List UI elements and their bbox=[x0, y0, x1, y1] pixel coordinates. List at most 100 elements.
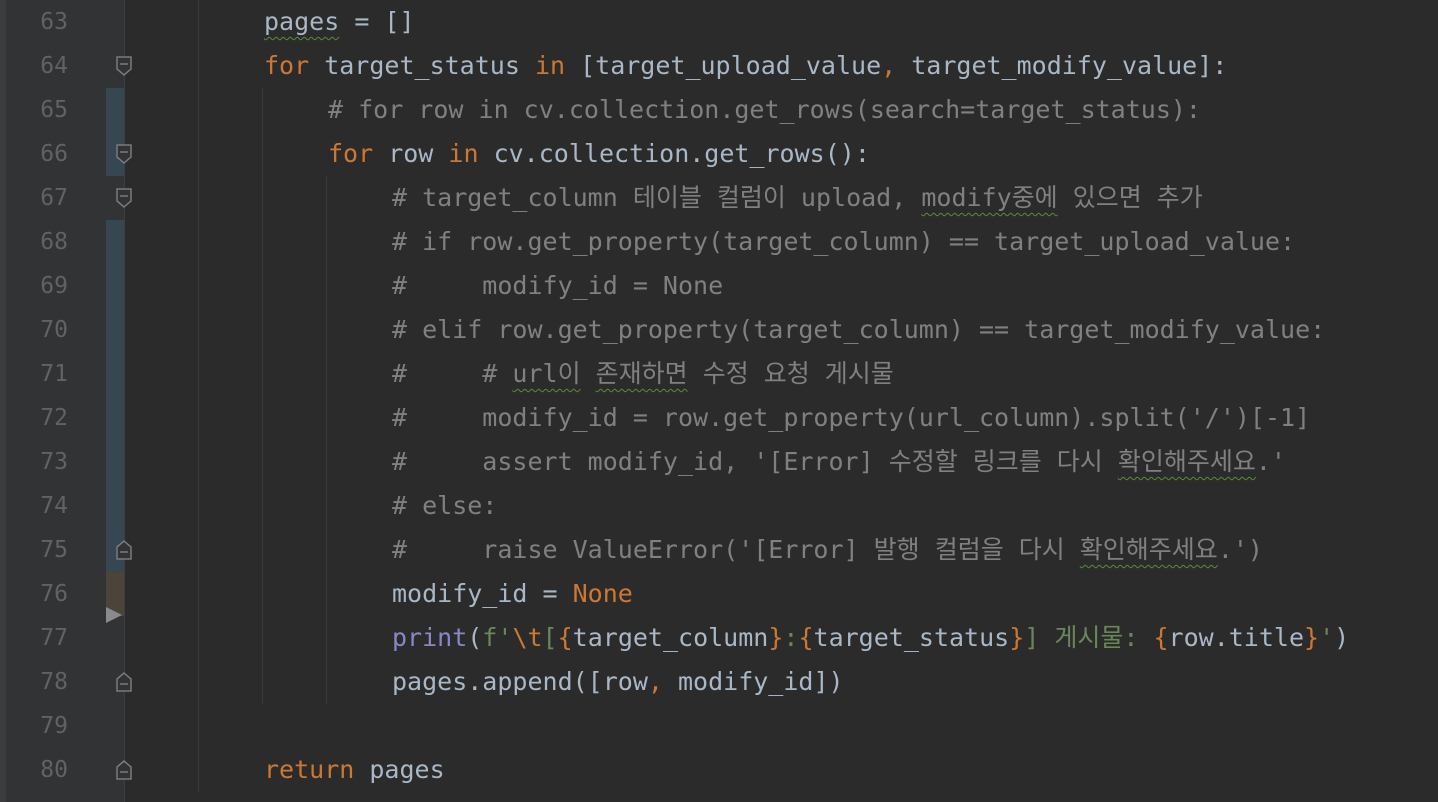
code-line[interactable]: # if row.get_property(target_column) == … bbox=[392, 220, 1295, 264]
code-token: 확인해주세요 bbox=[1079, 535, 1218, 564]
code-line[interactable]: # for row in cv.collection.get_rows(sear… bbox=[328, 88, 1201, 132]
code-token: modify_id = bbox=[392, 579, 573, 608]
code-line[interactable]: pages = [] bbox=[264, 0, 415, 44]
code-line[interactable]: # # url이 존재하면 수정 요청 게시물 bbox=[392, 352, 894, 396]
line-number[interactable]: 65 bbox=[8, 88, 68, 132]
play-arrow-icon[interactable] bbox=[106, 607, 122, 623]
code-token: in bbox=[448, 139, 479, 168]
indent-guide bbox=[262, 88, 263, 704]
fold-close-icon[interactable] bbox=[115, 539, 133, 561]
code-token: modify중에 bbox=[921, 183, 1058, 212]
line-number[interactable]: 66 bbox=[8, 132, 68, 176]
code-token: target_status bbox=[309, 51, 535, 80]
line-number[interactable]: 78 bbox=[8, 660, 68, 704]
code-token: # target_column 테이블 컬럼이 upload, bbox=[392, 183, 922, 212]
code-token: , bbox=[881, 51, 897, 80]
code-token: [target_upload_value bbox=[565, 51, 882, 80]
code-token: [ bbox=[542, 623, 558, 652]
code-token: # for row in cv.collection.get_rows(sear… bbox=[328, 95, 1201, 124]
line-number[interactable]: 64 bbox=[8, 44, 68, 88]
code-line[interactable]: return pages bbox=[264, 748, 445, 792]
code-line[interactable]: # modify_id = row.get_property(url_colum… bbox=[392, 396, 1310, 440]
code-line[interactable]: # raise ValueError('[Error] 발행 컬럼을 다시 확인… bbox=[392, 528, 1263, 572]
code-token: { bbox=[798, 623, 814, 652]
code-line[interactable]: pages.append([row, modify_id]) bbox=[392, 660, 844, 704]
code-token: \t bbox=[512, 623, 543, 652]
line-number[interactable]: 74 bbox=[8, 484, 68, 528]
change-marker-modified[interactable] bbox=[106, 220, 124, 572]
code-token: pages bbox=[264, 7, 340, 36]
code-token: # if row.get_property(target_column) == … bbox=[392, 227, 1296, 256]
line-number[interactable]: 80 bbox=[8, 748, 68, 792]
code-token: modify_id]) bbox=[662, 667, 844, 696]
code-token: print bbox=[392, 623, 468, 652]
line-number[interactable]: 68 bbox=[8, 220, 68, 264]
code-token: { bbox=[557, 623, 573, 652]
code-token: # assert modify_id, '[Error] 수정할 링크를 다시 bbox=[392, 447, 1118, 476]
line-number[interactable]: 75 bbox=[8, 528, 68, 572]
code-token: } bbox=[768, 623, 784, 652]
fold-open-icon[interactable] bbox=[115, 187, 133, 209]
code-token: for bbox=[264, 51, 310, 80]
code-token: row.title bbox=[1168, 623, 1305, 652]
code-token: f' bbox=[482, 623, 513, 652]
code-token: in bbox=[534, 51, 566, 80]
line-number[interactable]: 70 bbox=[8, 308, 68, 352]
code-token: # # bbox=[392, 359, 513, 388]
code-line[interactable]: for row in cv.collection.get_rows(): bbox=[328, 132, 870, 176]
code-token: ( bbox=[467, 623, 483, 652]
line-number[interactable]: 73 bbox=[8, 440, 68, 484]
code-line[interactable]: # modify_id = None bbox=[392, 264, 723, 308]
code-token: .') bbox=[1217, 535, 1263, 564]
line-number[interactable]: 67 bbox=[8, 176, 68, 220]
code-token: 있으면 추가 bbox=[1057, 183, 1203, 212]
code-line[interactable]: # target_column 테이블 컬럼이 upload, modify중에… bbox=[392, 176, 1203, 220]
code-token: for bbox=[328, 139, 374, 168]
code-token: 존재하면 bbox=[595, 359, 688, 388]
left-edge-strip bbox=[0, 0, 6, 802]
code-line[interactable]: modify_id = None bbox=[392, 572, 633, 616]
fold-close-icon[interactable] bbox=[115, 671, 133, 693]
code-token: target_column bbox=[572, 623, 769, 652]
line-number[interactable]: 79 bbox=[8, 704, 68, 748]
code-token: pages bbox=[354, 755, 445, 784]
code-line[interactable]: # assert modify_id, '[Error] 수정할 링크를 다시 … bbox=[392, 440, 1286, 484]
code-line[interactable]: # elif row.get_property(target_column) =… bbox=[392, 308, 1325, 352]
code-line[interactable]: # else: bbox=[392, 484, 497, 528]
line-number[interactable]: 72 bbox=[8, 396, 68, 440]
code-token: 수정 요청 게시물 bbox=[687, 359, 894, 388]
code-token: : bbox=[783, 623, 799, 652]
code-token: ) bbox=[1334, 623, 1350, 652]
code-token: } bbox=[1009, 623, 1025, 652]
line-number[interactable]: 63 bbox=[8, 0, 68, 44]
indent-guide bbox=[198, 0, 199, 792]
code-token: None bbox=[572, 579, 633, 608]
code-token: = [] bbox=[339, 7, 415, 36]
code-token: { bbox=[1153, 623, 1169, 652]
fold-open-icon[interactable] bbox=[115, 143, 133, 165]
indent-guide bbox=[326, 176, 327, 704]
code-token: cv.collection.get_rows(): bbox=[478, 139, 870, 168]
fold-close-icon[interactable] bbox=[115, 759, 133, 781]
code-token: # elif row.get_property(target_column) =… bbox=[392, 315, 1326, 344]
code-token: url이 bbox=[512, 359, 581, 388]
line-number[interactable]: 71 bbox=[8, 352, 68, 396]
code-token: # else: bbox=[392, 491, 498, 520]
code-token: target_modify_value]: bbox=[896, 51, 1228, 80]
code-editor[interactable]: 63 64 65 66 67 68 69 70 71 72 73 74 75 76 77 78 79 80 pag… bbox=[0, 0, 1438, 802]
line-number[interactable]: 77 bbox=[8, 616, 68, 660]
code-line[interactable]: print(f'\t[{target_column}:{target_statu… bbox=[392, 616, 1349, 660]
code-token: ' bbox=[1319, 623, 1335, 652]
code-line[interactable]: for target_status in [target_upload_valu… bbox=[264, 44, 1227, 88]
code-token: row bbox=[373, 139, 449, 168]
code-token: 확인해주세요 bbox=[1117, 447, 1256, 476]
code-token: .' bbox=[1255, 447, 1286, 476]
line-number[interactable]: 69 bbox=[8, 264, 68, 308]
code-token: return bbox=[264, 755, 355, 784]
code-token: # raise ValueError('[Error] 발행 컬럼을 다시 bbox=[392, 535, 1080, 564]
code-token: } bbox=[1304, 623, 1320, 652]
code-token: pages.append([row bbox=[392, 667, 648, 696]
fold-open-icon[interactable] bbox=[115, 55, 133, 77]
line-number[interactable]: 76 bbox=[8, 572, 68, 616]
